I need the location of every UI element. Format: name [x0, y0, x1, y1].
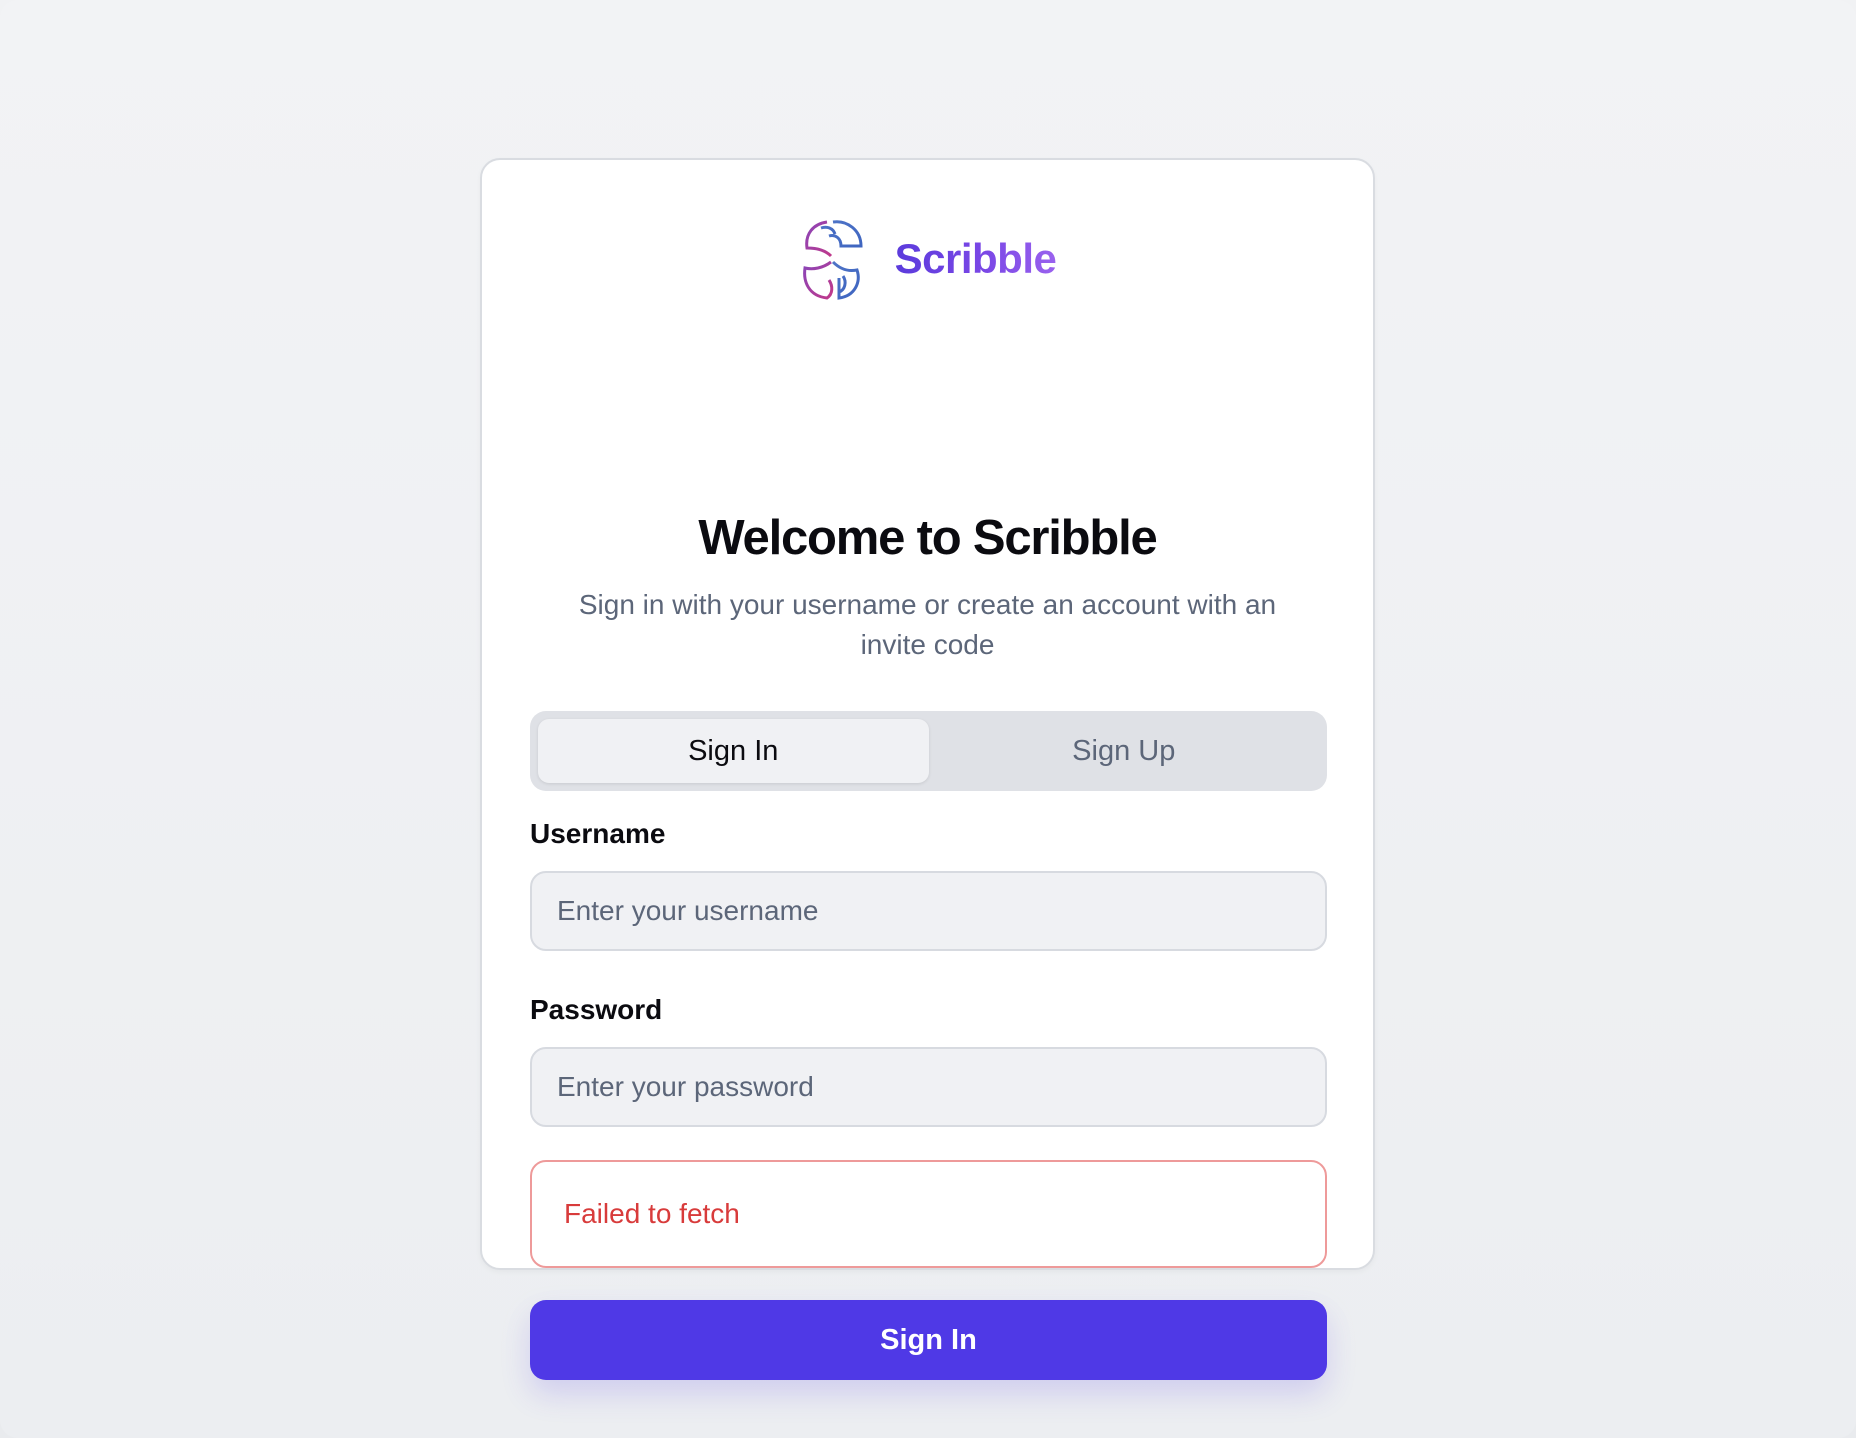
brand-header: Scribble — [482, 216, 1373, 302]
password-label: Password — [530, 994, 663, 1025]
page-title: Welcome to Scribble — [698, 511, 1157, 565]
username-label: Username — [530, 818, 666, 849]
auth-mode-tabs: Sign In Sign Up — [530, 711, 1327, 791]
scribble-logo-icon — [802, 220, 863, 300]
tab-sign-in[interactable]: Sign In — [538, 719, 929, 783]
username-input[interactable] — [530, 871, 1327, 951]
error-alert: Failed to fetch — [530, 1160, 1327, 1268]
auth-card: Scribble Welcome to Scribble Sign in wit… — [480, 158, 1375, 1380]
page-background: Scribble Welcome to Scribble Sign in wit… — [0, 0, 1856, 1438]
tab-sign-up[interactable]: Sign Up — [929, 719, 1320, 783]
password-input[interactable] — [530, 1047, 1327, 1127]
page-subtitle: Sign in with your username or create an … — [578, 589, 1277, 660]
error-message: Failed to fetch — [564, 1198, 740, 1229]
brand-name: Scribble — [894, 235, 1057, 282]
sign-in-button[interactable]: Sign In — [530, 1300, 1327, 1380]
